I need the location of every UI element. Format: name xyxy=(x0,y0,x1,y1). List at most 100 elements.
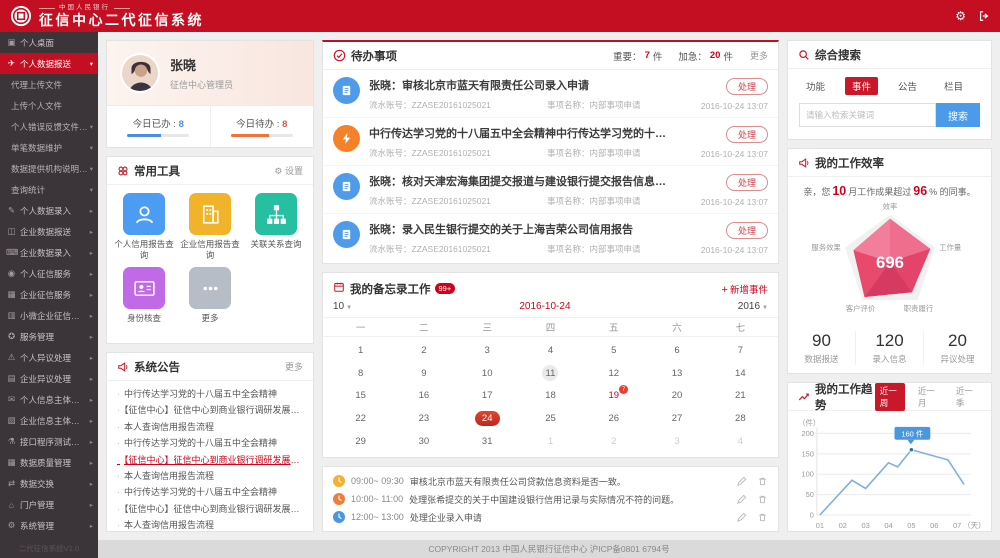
handle-button[interactable]: 处理 xyxy=(725,174,768,191)
sidebar-item-系统管理[interactable]: ⚙ 系统管理 ▸ xyxy=(0,515,98,536)
handle-button[interactable]: 处理 xyxy=(725,78,768,95)
calendar-day[interactable]: 3 xyxy=(645,430,708,453)
sidebar-item-个人数据报送[interactable]: ✈ 个人数据报送 ▾ xyxy=(0,53,98,74)
calendar-day[interactable]: 1 xyxy=(519,430,582,453)
sidebar-item-个人数据录入[interactable]: ✎ 个人数据录入 ▸ xyxy=(0,200,98,221)
announcement-item[interactable]: 本人查询信用报告流程 xyxy=(117,419,303,435)
tool-更多[interactable]: 更多 xyxy=(177,267,243,324)
calendar-day[interactable]: 17 xyxy=(456,384,519,407)
calendar-day[interactable]: 26 xyxy=(582,407,645,430)
calendar-day[interactable]: 2 xyxy=(392,339,455,362)
sidebar-item-个人信息主体服务[interactable]: ✉ 个人信息主体服务 ▸ xyxy=(0,389,98,410)
schedule-item[interactable]: 09:00~ 09:30 审核北京市蓝天有限责任公司贷款信息资料是否一致。 xyxy=(333,472,768,490)
schedule-item[interactable]: 10:00~ 11:00 处理张希提交的关于中国建设银行信用记录与实际情况不符的问… xyxy=(333,490,768,508)
calendar-day[interactable]: 11 xyxy=(519,362,582,385)
sidebar-item-代理上传文件[interactable]: 代理上传文件 xyxy=(0,74,98,95)
sidebar-item-数据提供机构说明管理[interactable]: 数据提供机构说明管理 ▾ xyxy=(0,158,98,179)
calendar-day[interactable]: 15 xyxy=(329,384,392,407)
tab-近一周[interactable]: 近一周 xyxy=(874,382,905,411)
announcement-item[interactable]: 【征信中心】征信中心到商业银行调研发展规划制订 xyxy=(117,402,303,418)
calendar-day[interactable]: 13 xyxy=(645,362,708,385)
tool-身份核查[interactable]: 身份核查 xyxy=(111,267,177,324)
calendar-day[interactable]: 14 xyxy=(709,362,772,385)
calendar-day[interactable]: 18 xyxy=(519,384,582,407)
month-selector[interactable]: 10 ▼ xyxy=(333,301,352,312)
trash-icon[interactable] xyxy=(757,476,768,487)
calendar-day[interactable]: 28 xyxy=(709,407,772,430)
calendar-day[interactable]: 24 xyxy=(456,407,519,430)
calendar-day[interactable]: 5 xyxy=(582,339,645,362)
today-done-stat[interactable]: 今日已办 : 8 xyxy=(107,106,210,147)
calendar-day[interactable]: 21 xyxy=(709,384,772,407)
calendar-day[interactable]: 7 xyxy=(709,339,772,362)
sidebar-item-企业征信服务[interactable]: ▦ 企业征信服务 ▸ xyxy=(0,284,98,305)
tab-栏目[interactable]: 栏目 xyxy=(937,77,970,95)
calendar-day[interactable]: 27 xyxy=(645,407,708,430)
calendar-day[interactable]: 6 xyxy=(645,339,708,362)
trash-icon[interactable] xyxy=(757,512,768,523)
calendar-day[interactable]: 2 xyxy=(582,430,645,453)
announcement-item[interactable]: 【征信中心】征信中心到商业银行调研发展规划制订 xyxy=(117,452,303,468)
sidebar-item-查询统计[interactable]: 查询统计 ▾ xyxy=(0,179,98,200)
calendar-day[interactable]: 16 xyxy=(392,384,455,407)
calendar-day[interactable]: 4 xyxy=(709,430,772,453)
calendar-day[interactable]: 25 xyxy=(519,407,582,430)
tab-近一月[interactable]: 近一月 xyxy=(913,383,943,411)
settings-gear-icon[interactable]: ⚙ xyxy=(955,9,966,23)
sidebar-item-企业数据报送[interactable]: ◫ 企业数据报送 ▸ xyxy=(0,221,98,242)
tab-近一季[interactable]: 近一季 xyxy=(951,383,981,411)
todo-item[interactable]: 中行传达学习党的十八届五中全会精神中行传达学习党的十八届五中全会精神流水账号：Z… xyxy=(323,118,778,166)
tool-个人信用报告查询[interactable]: 个人信用报告查询 xyxy=(111,193,177,261)
edit-icon[interactable] xyxy=(736,494,747,505)
year-selector[interactable]: 2016 ▼ xyxy=(738,301,768,312)
today-pending-stat[interactable]: 今日待办 : 8 xyxy=(209,106,314,147)
sidebar-item-个人桌面[interactable]: ▣ 个人桌面 xyxy=(0,32,98,53)
todo-item[interactable]: 张晓：录入民生银行提交的关于上海吉荣公司信用报告 流水账号：ZZASE201610… xyxy=(323,214,778,261)
calendar-day[interactable]: 12 xyxy=(582,362,645,385)
search-button[interactable]: 搜索 xyxy=(936,103,980,127)
sidebar-item-服务管理[interactable]: ✪ 服务管理 ▸ xyxy=(0,326,98,347)
search-input[interactable] xyxy=(799,103,936,127)
sidebar-item-企业异议处理[interactable]: ▤ 企业异议处理 ▸ xyxy=(0,368,98,389)
announcement-item[interactable]: 本人查询信用报告流程 xyxy=(117,468,303,484)
trash-icon[interactable] xyxy=(757,494,768,505)
tab-功能[interactable]: 功能 xyxy=(799,77,832,95)
avatar[interactable] xyxy=(120,53,160,93)
schedule-item[interactable]: 12:00~ 13:00 处理企业录入申请 xyxy=(333,508,768,526)
calendar-day[interactable]: 20 xyxy=(645,384,708,407)
calendar-day[interactable]: 1 xyxy=(329,339,392,362)
calendar-day[interactable]: 22 xyxy=(329,407,392,430)
sidebar-item-个人征信服务[interactable]: ◉ 个人征信服务 ▸ xyxy=(0,263,98,284)
sidebar-item-单笔数据维护[interactable]: 单笔数据维护 ▾ xyxy=(0,137,98,158)
handle-button[interactable]: 处理 xyxy=(725,222,768,239)
tools-settings-button[interactable]: ⚙ 设置 xyxy=(274,164,303,177)
calendar-day[interactable]: 30 xyxy=(392,430,455,453)
sidebar-item-小微企业征信服务[interactable]: ▥ 小微企业征信服务 ▸ xyxy=(0,305,98,326)
calendar-day[interactable]: 8 xyxy=(329,362,392,385)
announcement-item[interactable]: 【征信中心】征信中心到商业银行调研发展规划制订 xyxy=(117,501,303,517)
sidebar-item-上传个人文件[interactable]: 上传个人文件 xyxy=(0,95,98,116)
announcement-item[interactable]: 中行传达学习党的十八届五中全会精神 xyxy=(117,484,303,500)
announcement-item[interactable]: 本人查询信用报告流程 xyxy=(117,517,303,531)
tab-事件[interactable]: 事件 xyxy=(845,77,879,95)
calendar-day[interactable]: 19 7 xyxy=(582,384,645,407)
sidebar-item-数据质量管理[interactable]: ▦ 数据质量管理 ▸ xyxy=(0,452,98,473)
calendar-day[interactable]: 10 xyxy=(456,362,519,385)
announcements-more-link[interactable]: 更多 xyxy=(285,360,303,373)
announcement-item[interactable]: 中行传达学习党的十八届五中全会精神 xyxy=(117,386,303,402)
sidebar-item-企业数据录入[interactable]: ⌨ 企业数据录入 ▸ xyxy=(0,242,98,263)
tab-公告[interactable]: 公告 xyxy=(891,77,924,95)
tool-关联关系查询[interactable]: 关联关系查询 xyxy=(243,193,309,261)
edit-icon[interactable] xyxy=(736,476,747,487)
calendar-day[interactable]: 31 xyxy=(456,430,519,453)
calendar-day[interactable]: 3 xyxy=(456,339,519,362)
sidebar-item-个人错误反馈文件下载[interactable]: 个人错误反馈文件下载 ▾ xyxy=(0,116,98,137)
todo-item[interactable]: 张晓：核对天津宏海集团提交报道与建设银行提交报告信息是否一致 流水账号：ZZASE… xyxy=(323,166,778,214)
sidebar-item-门户管理[interactable]: ⌂ 门户管理 ▸ xyxy=(0,494,98,515)
todo-more-link[interactable]: 更多 xyxy=(750,49,768,62)
calendar-day[interactable]: 29 xyxy=(329,430,392,453)
logout-icon[interactable] xyxy=(978,10,990,22)
sidebar-item-接口程序测试验证[interactable]: ⚗ 接口程序测试验证 ▸ xyxy=(0,431,98,452)
todo-item[interactable]: 张晓：审核北京市蓝天有限责任公司录入申请 流水账号：ZZASE2016102502… xyxy=(323,70,778,118)
announcement-item[interactable]: 中行传达学习党的十八届五中全会精神 xyxy=(117,435,303,451)
